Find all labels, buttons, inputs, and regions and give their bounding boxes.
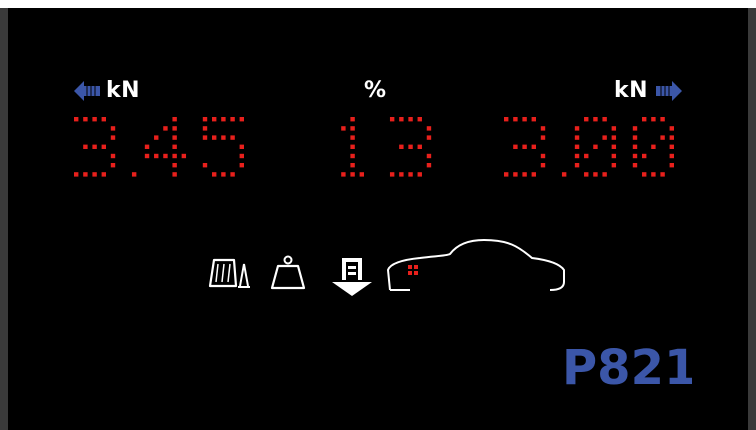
digit-glyph-4 (144, 117, 187, 177)
bezel-left (0, 8, 8, 430)
right-force-dots (504, 117, 674, 177)
center-percent-dots (341, 117, 432, 177)
digit-glyph-3 (389, 117, 432, 177)
decimal-point-dot (131, 172, 137, 177)
center-unit-label: % (364, 78, 387, 103)
arrow-left-icon (74, 81, 100, 101)
decimal-point-dot (561, 172, 567, 177)
left-force-readout: 3.45 (72, 115, 262, 189)
digit-glyph-0 (574, 117, 617, 177)
bezel-right (748, 8, 756, 430)
digit-glyph-3 (504, 117, 546, 177)
digit-glyph-0 (632, 117, 674, 177)
arrow-right-icon (656, 81, 682, 101)
right-unit-label: kN (614, 78, 649, 103)
screen-frame: kN % kN 3.45 13 3.00 (0, 0, 756, 430)
wiper-icon (208, 258, 250, 288)
digit-glyph-3 (74, 117, 116, 177)
brand-logo: P821 (562, 340, 692, 390)
center-percent-readout: 13 (330, 115, 440, 189)
brand-label: P821 (562, 340, 692, 390)
weight-icon (270, 255, 306, 290)
car-icon (386, 238, 565, 291)
digit-glyph-5 (202, 117, 244, 177)
digit-glyph-1 (341, 117, 364, 177)
down-arrow-icon (332, 258, 372, 296)
left-force-dots (74, 117, 244, 177)
left-unit-label: kN (106, 78, 141, 103)
right-force-readout: 3.00 (502, 115, 692, 189)
